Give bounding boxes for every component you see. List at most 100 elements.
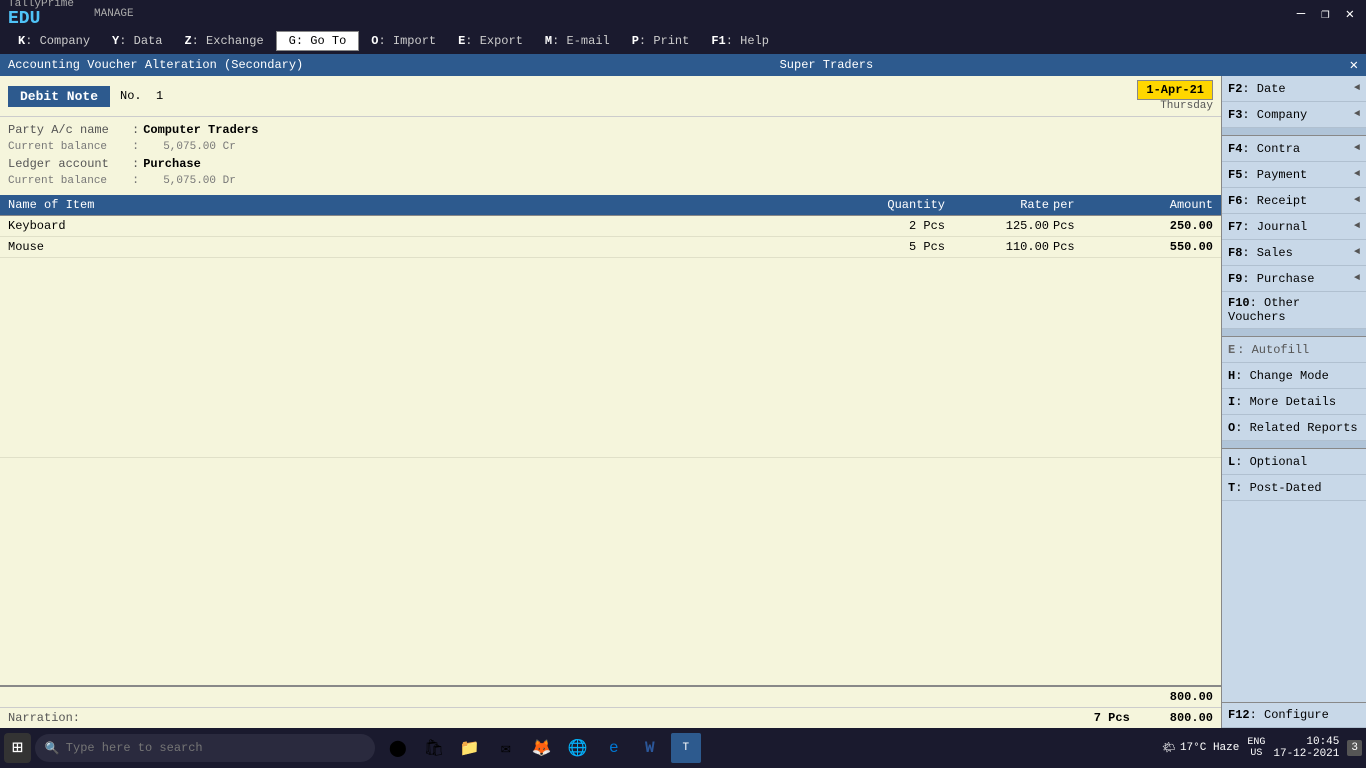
taskbar-edge-icon[interactable]: e	[599, 733, 629, 763]
f5-payment-button[interactable]: F5: Payment ◄	[1222, 162, 1366, 188]
table-row[interactable]: Mouse 5 Pcs 110.00 Pcs 550.00	[0, 237, 1221, 258]
narration-bar: Narration: 7 Pcs 800.00	[0, 707, 1221, 728]
menu-company[interactable]: K: Company	[8, 32, 100, 50]
taskbar-folder-icon[interactable]: 📁	[455, 733, 485, 763]
company-name: Super Traders	[303, 58, 1349, 72]
taskbar-store-icon[interactable]: 🛍	[419, 733, 449, 763]
goto-button[interactable]: G: Go To	[276, 31, 360, 51]
narration-totals: 7 Pcs 800.00	[1094, 711, 1213, 725]
right-separator-1	[1222, 128, 1366, 136]
i-moredetails-button[interactable]: I: More Details	[1222, 389, 1366, 415]
ledger-balance-row: Current balance : 5,075.00 Dr	[8, 173, 1213, 187]
item-name-2: Mouse	[8, 240, 803, 254]
sub-header: Accounting Voucher Alteration (Secondary…	[0, 54, 1366, 76]
menu-exchange[interactable]: Z: Exchange	[174, 32, 273, 50]
notification-badge[interactable]: 3	[1347, 740, 1362, 756]
item-amount-1: 250.00	[1113, 219, 1213, 233]
taskbar-firefox-icon[interactable]: 🦊	[527, 733, 557, 763]
related-reports-label: O: Related Reports	[1228, 421, 1360, 435]
weather-icon: 🌤	[1162, 741, 1176, 755]
app-logo: TallyPrime EDU	[8, 0, 74, 30]
item-name-1: Keyboard	[8, 219, 803, 233]
taskbar-cortana-icon[interactable]: ⬤	[383, 733, 413, 763]
sub-header-close[interactable]: ✕	[1350, 57, 1358, 74]
title-bar: TallyPrime EDU MANAGE — ❐ ✕	[0, 0, 1366, 28]
subtotal-amount: 800.00	[1113, 690, 1213, 704]
item-per-1: Pcs	[1053, 219, 1113, 233]
taskbar-tally-icon[interactable]: T	[671, 733, 701, 763]
weather-text: 17°C Haze	[1180, 742, 1239, 754]
l-optional-button[interactable]: L: Optional	[1222, 449, 1366, 475]
narration-label: Narration:	[8, 711, 80, 725]
voucher-no-label: No. 1	[120, 89, 163, 103]
table-row[interactable]: Keyboard 2 Pcs 125.00 Pcs 250.00	[0, 216, 1221, 237]
window-controls: — ❐ ✕	[1293, 6, 1358, 23]
voucher-header: Debit Note No. 1 1-Apr-21 Thursday	[0, 76, 1221, 117]
e-autofill-button[interactable]: E : Autofill	[1222, 337, 1366, 363]
taskbar-icons: ⬤ 🛍 📁 ✉ 🦊 🌐 e W T	[383, 733, 701, 763]
f2-date-button[interactable]: F2: Date ◄	[1222, 76, 1366, 102]
taskbar-mail-icon[interactable]: ✉	[491, 733, 521, 763]
voucher-date[interactable]: 1-Apr-21	[1137, 80, 1213, 100]
item-rate-2: 110.00	[953, 240, 1053, 254]
t-postdated-button[interactable]: T: Post-Dated	[1222, 475, 1366, 501]
f10-other-button[interactable]: F10: Other Vouchers	[1222, 292, 1366, 329]
f4-contra-button[interactable]: F4: Contra ◄	[1222, 136, 1366, 162]
start-button[interactable]: ⊞	[4, 733, 31, 763]
o-relatedreports-button[interactable]: O: Related Reports	[1222, 415, 1366, 441]
total-qty: 7 Pcs	[1094, 711, 1130, 725]
party-value[interactable]: Computer Traders	[143, 123, 258, 137]
manage-label: MANAGE	[94, 8, 134, 20]
menu-data[interactable]: Y: Data	[102, 32, 172, 50]
minimize-button[interactable]: —	[1293, 6, 1309, 23]
menu-print[interactable]: P: Print	[622, 32, 700, 50]
party-balance-value: 5,075.00 Cr	[163, 141, 236, 153]
menu-import[interactable]: O: Import	[361, 32, 446, 50]
ledger-balance-label: Current balance	[8, 175, 128, 187]
h-changemode-button[interactable]: H: Change Mode	[1222, 363, 1366, 389]
menu-help[interactable]: F1: Help	[701, 32, 779, 50]
col-header-amount: Amount	[1113, 198, 1213, 212]
col-header-rate: Rate	[953, 198, 1053, 212]
voucher-day: Thursday	[1137, 100, 1213, 112]
date: 17-12-2021	[1273, 748, 1339, 760]
menu-export[interactable]: E: Export	[448, 32, 533, 50]
taskbar-chrome-icon[interactable]: 🌐	[563, 733, 593, 763]
ledger-value[interactable]: Purchase	[143, 157, 201, 171]
f12-configure-button[interactable]: F12: Configure	[1222, 702, 1366, 728]
app-name-edu: EDU	[8, 10, 74, 30]
col-header-name: Name of Item	[8, 198, 803, 212]
voucher-number[interactable]: 1	[156, 89, 163, 103]
item-per-2: Pcs	[1053, 240, 1113, 254]
ledger-row: Ledger account : Purchase	[8, 157, 1213, 171]
right-separator-3	[1222, 441, 1366, 449]
taskbar-right: 🌤 17°C Haze ENG US 10:45 17-12-2021 3	[1162, 736, 1362, 760]
menu-email[interactable]: M: E-mail	[535, 32, 620, 50]
voucher-alteration-title: Accounting Voucher Alteration (Secondary…	[8, 58, 303, 72]
close-button[interactable]: ✕	[1342, 6, 1358, 23]
search-bar[interactable]: 🔍	[35, 734, 375, 762]
f3-company-button[interactable]: F3: Company ◄	[1222, 102, 1366, 128]
item-qty-2: 5 Pcs	[803, 240, 953, 254]
table-header: Name of Item Quantity Rate per Amount	[0, 195, 1221, 216]
col-header-quantity: Quantity	[803, 198, 953, 212]
col-header-per: per	[1053, 198, 1113, 212]
ledger-balance-value: 5,075.00 Dr	[163, 175, 236, 187]
manage-bar: MANAGE	[94, 8, 1293, 20]
date-block: 1-Apr-21 Thursday	[1137, 80, 1213, 112]
f9-purchase-button[interactable]: F9: Purchase ◄	[1222, 266, 1366, 292]
item-amount-2: 550.00	[1113, 240, 1213, 254]
voucher-type-label: Debit Note	[8, 86, 110, 107]
maximize-button[interactable]: ❐	[1317, 6, 1333, 23]
party-balance-label: Current balance	[8, 141, 128, 153]
right-panel: F2: Date ◄ F3: Company ◄ F4: Contra ◄ F5…	[1221, 76, 1366, 728]
right-panel-spacer	[1222, 501, 1366, 702]
taskbar-word-icon[interactable]: W	[635, 733, 665, 763]
search-input[interactable]	[66, 741, 365, 755]
table-body: Keyboard 2 Pcs 125.00 Pcs 250.00 Mouse 5…	[0, 216, 1221, 685]
f7-journal-button[interactable]: F7: Journal ◄	[1222, 214, 1366, 240]
f8-sales-button[interactable]: F8: Sales ◄	[1222, 240, 1366, 266]
optional-label: L: Optional	[1228, 455, 1360, 469]
form-area: Party A/c name : Computer Traders Curren…	[0, 117, 1221, 195]
f6-receipt-button[interactable]: F6: Receipt ◄	[1222, 188, 1366, 214]
